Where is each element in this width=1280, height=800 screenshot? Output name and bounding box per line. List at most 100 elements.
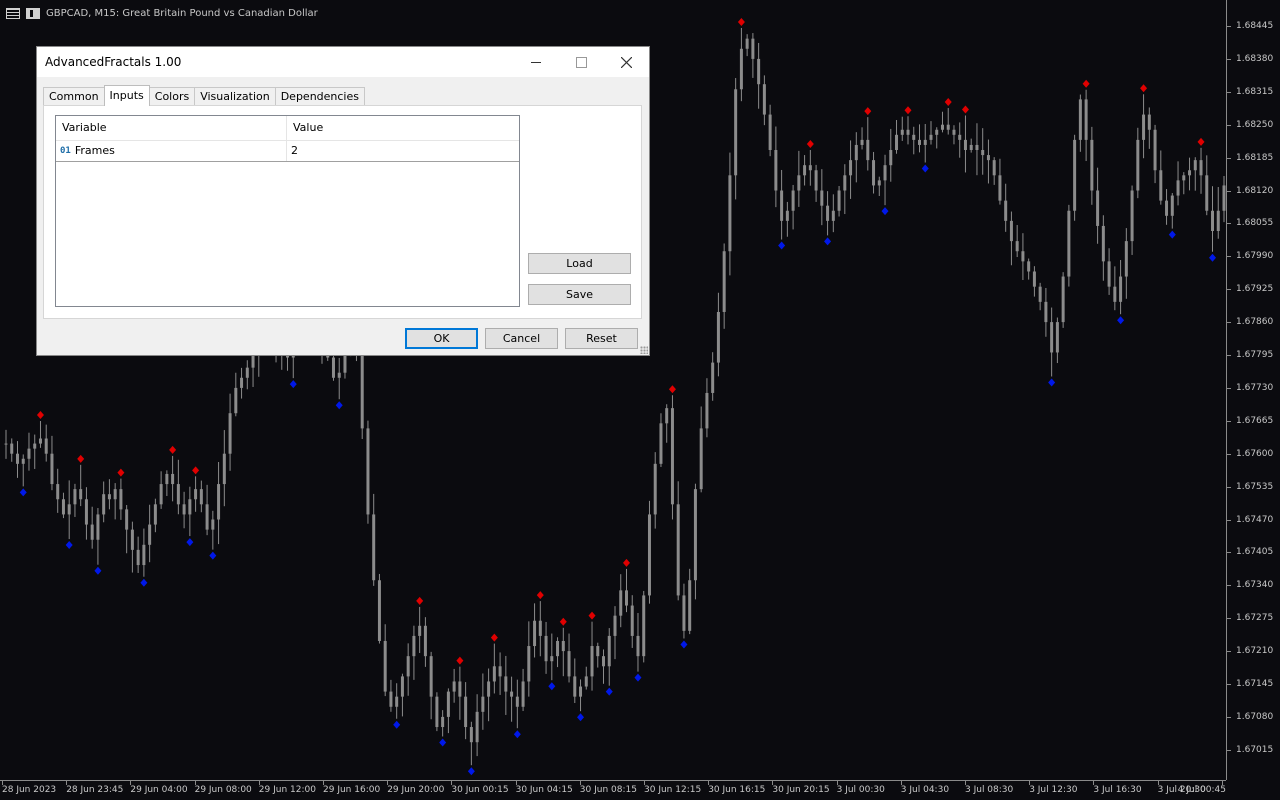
time-label: 29 Jun 16:00 — [323, 785, 381, 795]
price-axis[interactable]: 1.68445 1.68380 1.68315 1.68250 1.68185 1.681… — [1226, 0, 1280, 780]
candle-body — [498, 666, 502, 677]
fractal-up-marker — [944, 98, 952, 107]
tab-inputs[interactable]: Inputs — [103, 85, 150, 106]
price-label: 1.67340 — [1236, 580, 1274, 591]
fractal-up-marker — [169, 445, 177, 454]
candle-body — [1170, 195, 1174, 216]
candle-body — [803, 165, 807, 176]
candle-body — [50, 453, 54, 485]
candle-body — [831, 210, 835, 221]
fractal-down-marker — [94, 566, 102, 575]
load-button[interactable]: Load — [528, 253, 631, 274]
candle-body — [1130, 190, 1134, 242]
symbol-title: GBPCAD, M15: Great Britain Pound vs Cana… — [46, 7, 318, 19]
inputs-grid[interactable]: Variable Value 01 Frames 2 — [55, 115, 520, 307]
candle-body — [136, 549, 140, 566]
time-label: 29 Jun 20:00 — [387, 785, 445, 795]
candle-body — [619, 590, 623, 616]
candle-body — [636, 635, 640, 657]
price-label: 1.67080 — [1236, 711, 1274, 722]
candle-body — [791, 190, 795, 211]
fractal-down-marker — [634, 673, 642, 682]
save-button[interactable]: Save — [528, 284, 631, 305]
price-label: 1.68445 — [1236, 21, 1274, 31]
candle-body — [653, 463, 657, 515]
resize-grip-icon[interactable] — [640, 346, 648, 354]
tab-common[interactable]: Common — [43, 87, 105, 105]
candle-body — [992, 160, 996, 176]
price-label: 1.67990 — [1236, 251, 1274, 262]
tab-visualization[interactable]: Visualization — [194, 87, 276, 105]
cancel-button[interactable]: Cancel — [485, 328, 558, 349]
candle-body — [1147, 114, 1151, 130]
candle-body — [67, 504, 71, 515]
fractal-down-marker — [209, 551, 217, 560]
column-header-variable[interactable]: Variable — [56, 116, 287, 140]
fractal-down-marker — [680, 640, 688, 649]
candle-body — [584, 676, 588, 687]
candle-body — [780, 190, 784, 221]
candle-body — [1061, 276, 1065, 323]
dialog-titlebar[interactable]: AdvancedFractals 1.00 — [37, 47, 649, 77]
candle-body — [102, 494, 106, 515]
fractal-up-marker — [588, 611, 596, 620]
time-label: 30 Jun 16:15 — [708, 785, 766, 795]
candle-body — [1090, 139, 1094, 191]
fractal-down-marker — [513, 730, 521, 739]
time-axis[interactable]: 28 Jun 2023 28 Jun 23:45 29 Jun 04:00 29 Ju… — [0, 780, 1226, 800]
candle-body — [1199, 160, 1203, 176]
candle-body — [1067, 210, 1071, 277]
fractal-down-marker — [548, 682, 556, 691]
column-header-value[interactable]: Value — [287, 116, 323, 140]
trade-panel-icon[interactable] — [26, 7, 40, 19]
fractal-up-marker — [1197, 137, 1205, 146]
candle-body — [935, 129, 939, 135]
reset-button[interactable]: Reset — [565, 328, 638, 349]
candle-body — [527, 646, 531, 682]
fractal-down-marker — [439, 738, 447, 747]
tab-colors[interactable]: Colors — [148, 87, 196, 105]
time-label: 3 Jul 12:30 — [1029, 785, 1078, 795]
chart-list-icon[interactable] — [6, 7, 20, 19]
table-row[interactable]: 01 Frames 2 — [56, 141, 519, 162]
price-tick — [1227, 91, 1231, 93]
candle-body — [1165, 200, 1169, 216]
fractal-up-marker — [559, 617, 567, 626]
time-label: 29 Jun 08:00 — [194, 785, 252, 795]
fractal-up-marker — [904, 106, 912, 115]
candle-body — [613, 615, 617, 636]
price-label: 1.68315 — [1236, 86, 1274, 97]
candle-body — [923, 139, 927, 145]
candle-body — [1055, 322, 1059, 353]
candle-body — [1113, 286, 1117, 302]
candle-body — [1004, 200, 1008, 221]
candle-body — [1205, 175, 1209, 211]
ok-button[interactable]: OK — [405, 328, 478, 349]
value-cell[interactable]: 2 — [287, 141, 298, 161]
close-button[interactable] — [603, 47, 649, 77]
candle-body — [441, 716, 445, 728]
fractal-down-marker — [605, 687, 613, 696]
symbol-bar: GBPCAD, M15: Great Britain Pound vs Cana… — [6, 5, 318, 21]
fractal-up-marker — [737, 17, 745, 26]
candle-body — [90, 524, 94, 540]
candle-body — [1176, 180, 1180, 196]
candle-body — [222, 453, 226, 485]
price-tick — [1227, 58, 1231, 60]
minimize-button[interactable] — [513, 47, 559, 77]
candle-body — [849, 160, 853, 176]
candle-body — [245, 367, 249, 378]
candle-body — [429, 656, 433, 697]
candle-body — [895, 134, 899, 151]
candle-body — [757, 58, 761, 85]
time-label: 3 Jul 08:30 — [965, 785, 1014, 795]
tab-dependencies[interactable]: Dependencies — [274, 87, 365, 105]
candle-body — [579, 686, 583, 697]
minimize-icon — [531, 61, 541, 63]
price-label: 1.67275 — [1236, 613, 1274, 624]
candle-body — [774, 150, 778, 191]
maximize-button[interactable] — [558, 47, 604, 77]
fractal-down-marker — [393, 720, 401, 729]
fractal-up-marker — [117, 468, 125, 477]
fractal-down-marker — [19, 488, 27, 497]
